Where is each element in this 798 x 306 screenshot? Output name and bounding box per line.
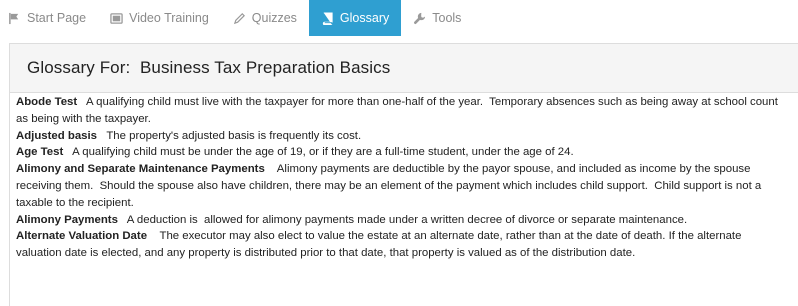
glossary-definition: A deduction is allowed for alimony payme… (117, 213, 688, 226)
video-icon (110, 12, 123, 25)
glossary-definition: A qualifying child must live with the ta… (16, 96, 782, 125)
tab-tools[interactable]: Tools (401, 0, 473, 36)
glossary-term: Adjusted basis (16, 129, 98, 142)
tab-label: Start Page (27, 11, 87, 25)
glossary-entry: Alternate Valuation Date The executor ma… (16, 228, 781, 262)
glossary-definition: The property's adjusted basis is frequen… (97, 129, 362, 142)
tab-start-page[interactable]: Start Page (0, 0, 98, 36)
glossary-list: Abode Test A qualifying child must live … (16, 94, 781, 262)
glossary-entry: Abode Test A qualifying child must live … (16, 94, 781, 128)
glossary-definition: A qualifying child must be under the age… (63, 146, 574, 159)
pencil-icon (233, 12, 246, 25)
wrench-icon (413, 12, 426, 25)
glossary-entry: Alimony Payments A deduction is allowed … (16, 212, 781, 229)
book-icon (321, 11, 334, 25)
glossary-entry: Adjusted basis The property's adjusted b… (16, 128, 781, 145)
panel-title: Glossary For: Business Tax Preparation B… (27, 58, 391, 77)
tab-label: Quizzes (251, 11, 297, 25)
panel-header: Glossary For: Business Tax Preparation B… (10, 44, 798, 93)
tab-label: Video Training (129, 11, 209, 25)
glossary-term: Age Test (16, 146, 64, 159)
glossary-term: Alternate Valuation Date (16, 230, 148, 243)
tab-glossary[interactable]: Glossary (308, 0, 402, 36)
glossary-entry: Alimony and Separate Maintenance Payment… (16, 161, 781, 211)
glossary-entry: Age Test A qualifying child must be unde… (16, 144, 781, 161)
tab-quizzes[interactable]: Quizzes (221, 0, 309, 36)
tab-label: Tools (432, 11, 462, 25)
tab-label: Glossary (339, 11, 390, 25)
glossary-term: Abode Test (16, 96, 78, 108)
tab-video-training[interactable]: Video Training (98, 0, 221, 36)
glossary-term: Alimony Payments (16, 213, 118, 226)
flag-icon (8, 12, 21, 25)
nav-tabs: Start Page Video Training Quizzes Glossa… (0, 0, 798, 36)
glossary-term: Alimony and Separate Maintenance Payment… (16, 163, 265, 176)
